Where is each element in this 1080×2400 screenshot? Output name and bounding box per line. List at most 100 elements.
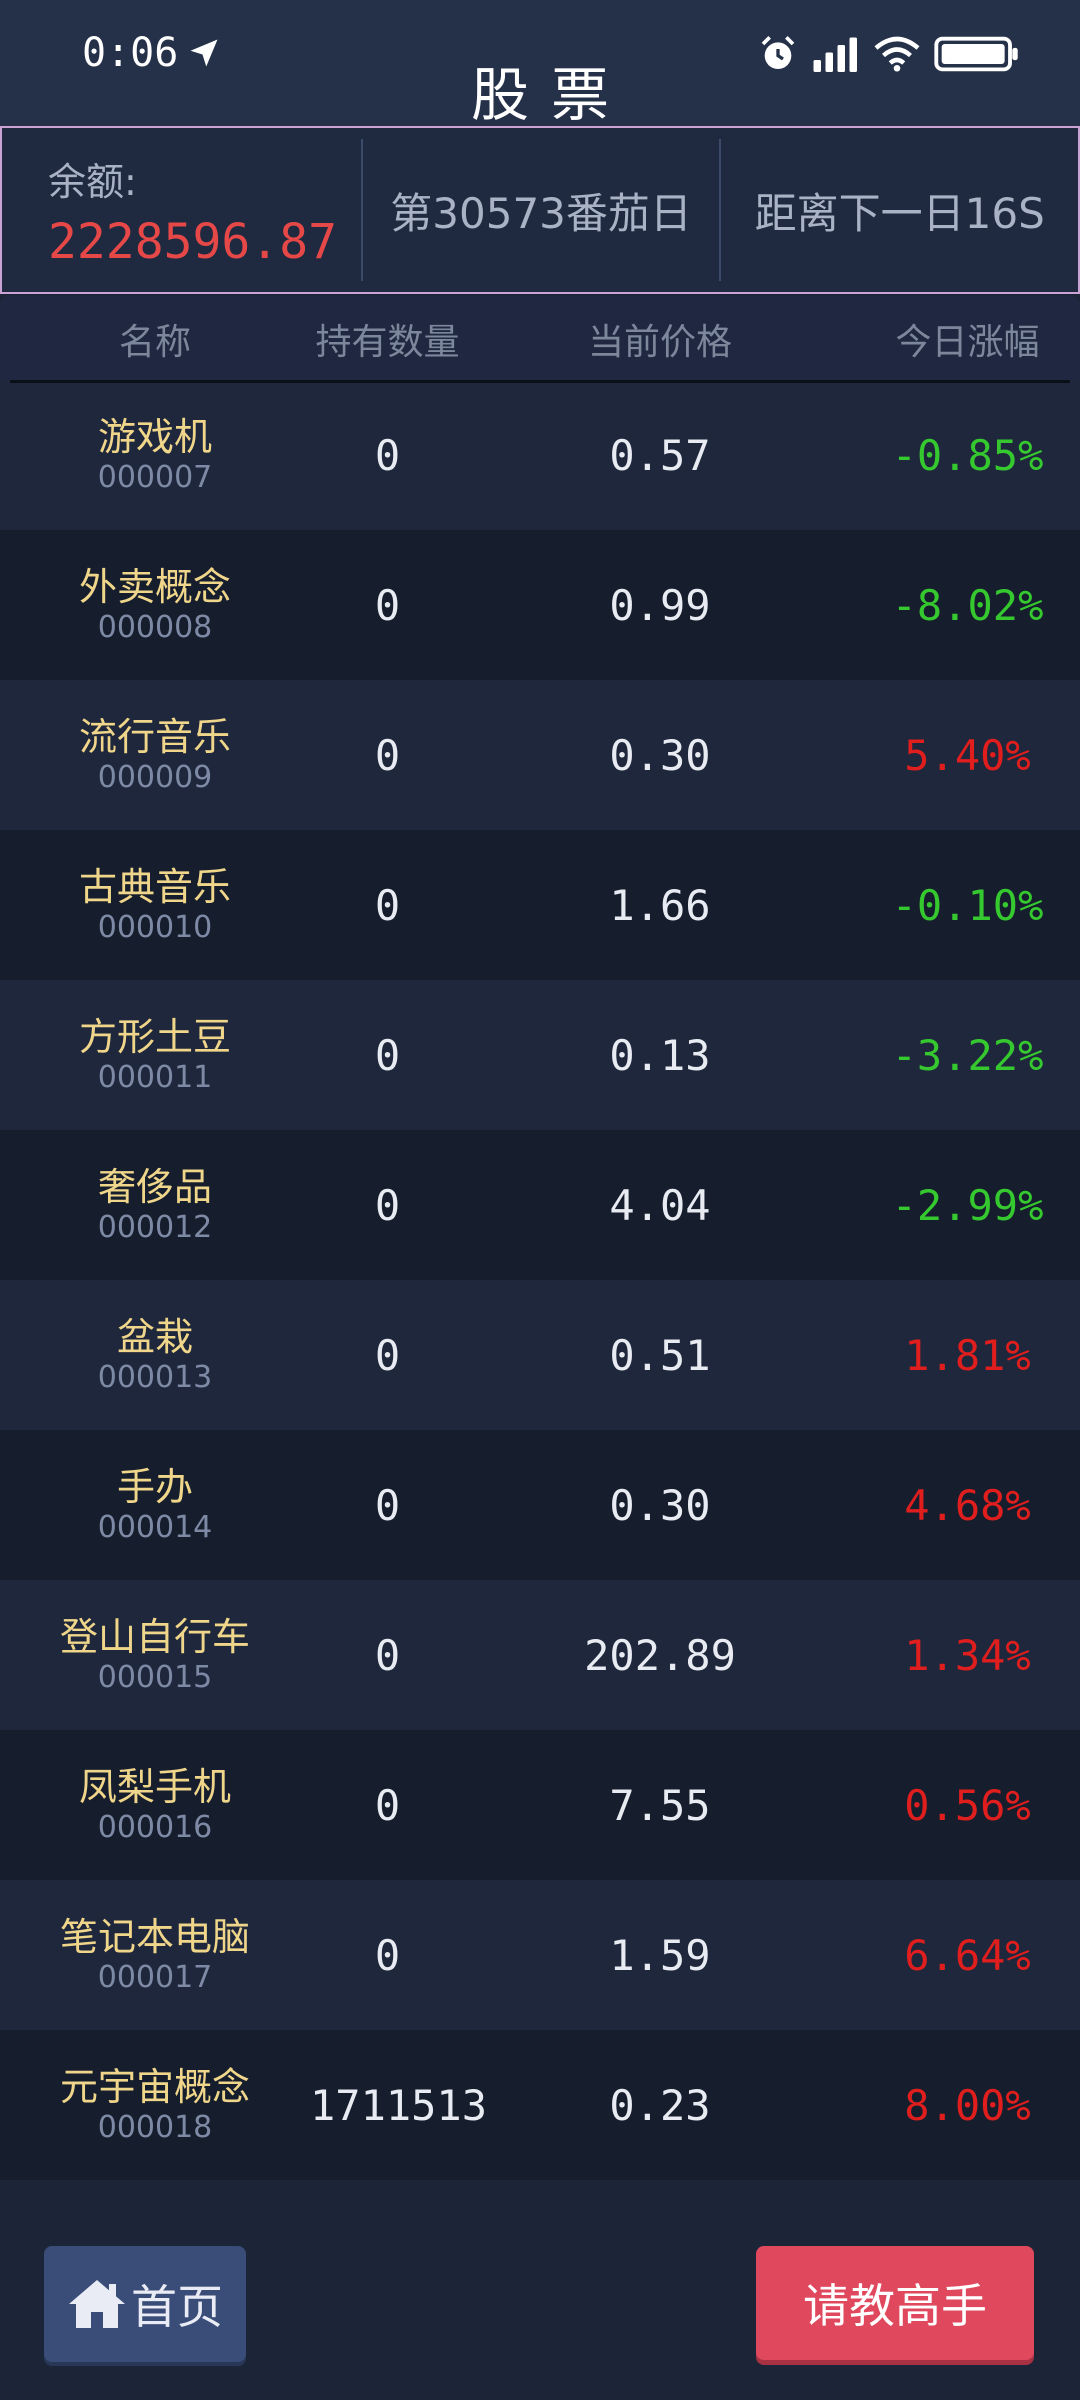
holding-value: 0 xyxy=(374,1030,401,1080)
holding-value: 0 xyxy=(374,430,401,480)
change-value: 4.68% xyxy=(904,1480,1031,1530)
stock-code: 000007 xyxy=(97,460,213,495)
holding-value: 0 xyxy=(374,1630,401,1680)
countdown-box: 距离下一日16S xyxy=(721,128,1078,292)
column-header-price: 当前价格 xyxy=(587,322,732,363)
change-value: -0.10% xyxy=(891,880,1044,930)
holding-value: 0 xyxy=(374,1330,401,1380)
change-value: -2.99% xyxy=(891,1180,1044,1230)
home-button-label: 首页 xyxy=(131,2280,223,2334)
stock-name: 流行音乐 xyxy=(78,715,231,759)
price-value: 0.30 xyxy=(609,730,711,780)
system-icons xyxy=(758,34,1020,74)
stock-name-cell: 登山自行车 000015 xyxy=(0,1614,310,1696)
stock-code: 000017 xyxy=(97,1960,213,1995)
table-header: 名称 持有数量 当前价格 今日涨幅 xyxy=(0,296,1080,382)
table-row[interactable]: 手办 000014 0 0.30 4.68% xyxy=(0,1430,1080,1580)
balance-label: 余额: xyxy=(48,159,137,204)
table-row[interactable]: 外卖概念 000008 0 0.99 -8.02% xyxy=(0,530,1080,680)
price-value: 202.89 xyxy=(584,1630,736,1680)
stock-code: 000008 xyxy=(97,610,213,645)
table-row[interactable]: 流行音乐 000009 0 0.30 5.40% xyxy=(0,680,1080,830)
stock-name: 凤梨手机 xyxy=(78,1765,231,1809)
price-value: 0.99 xyxy=(609,580,711,630)
stock-name-cell: 方形土豆 000011 xyxy=(0,1014,310,1096)
battery-icon xyxy=(934,36,1018,72)
balance-box: 余额: 2228596.87 xyxy=(2,128,361,292)
table-row[interactable]: 凤梨手机 000016 0 7.55 0.56% xyxy=(0,1730,1080,1880)
stock-code: 000013 xyxy=(97,1360,213,1395)
column-header-holding: 持有数量 xyxy=(315,322,460,363)
stock-name: 外卖概念 xyxy=(78,565,231,609)
stock-name-cell: 流行音乐 000009 xyxy=(0,714,310,796)
table-row[interactable]: 奢侈品 000012 0 4.04 -2.99% xyxy=(0,1130,1080,1280)
stock-name: 笔记本电脑 xyxy=(59,1915,250,1959)
stock-name-cell: 笔记本电脑 000017 xyxy=(0,1914,310,1996)
balance-value: 2228596.87 xyxy=(48,213,337,270)
table-row[interactable]: 笔记本电脑 000017 0 1.59 6.64% xyxy=(0,1880,1080,2030)
change-value: 0.56% xyxy=(904,1780,1031,1830)
stock-code: 000010 xyxy=(97,910,213,945)
stock-name-cell: 元宇宙概念 000018 xyxy=(0,2064,310,2146)
price-value: 1.66 xyxy=(609,880,711,930)
stock-name-cell: 凤梨手机 000016 xyxy=(0,1764,310,1846)
day-label: 第30573番茄日 xyxy=(390,188,692,238)
holding-value: 0 xyxy=(374,880,401,930)
column-header-name: 名称 xyxy=(118,322,191,363)
price-value: 0.51 xyxy=(609,1330,711,1380)
top-bar: 0:06 股票 xyxy=(0,0,1080,129)
stock-name: 方形土豆 xyxy=(78,1015,231,1059)
ask-expert-label: 请教高手 xyxy=(803,2279,987,2333)
wifi-icon xyxy=(874,36,920,72)
price-value: 0.23 xyxy=(609,2080,711,2130)
price-value: 1.59 xyxy=(609,1930,711,1980)
ask-expert-button[interactable]: 请教高手 xyxy=(756,2246,1034,2360)
table-row[interactable]: 元宇宙概念 000018 1711513 0.23 8.00% xyxy=(0,2030,1080,2180)
table-row[interactable]: 游戏机 000007 0 0.57 -0.85% xyxy=(0,380,1080,530)
stock-name-cell: 游戏机 000007 xyxy=(0,414,310,496)
day-box: 第30573番茄日 xyxy=(363,128,720,292)
stock-table[interactable]: 名称 持有数量 当前价格 今日涨幅 000006 游戏机 000007 0 0.… xyxy=(0,296,1080,2208)
change-value: 6.64% xyxy=(904,1930,1031,1980)
price-value: 0.30 xyxy=(609,1480,711,1530)
price-value: 4.04 xyxy=(609,1180,711,1230)
signal-icon xyxy=(813,37,857,72)
stock-name: 登山自行车 xyxy=(59,1615,250,1659)
holding-value: 0 xyxy=(374,1780,401,1830)
holding-value: 0 xyxy=(374,730,401,780)
change-value: -3.22% xyxy=(891,1030,1044,1080)
change-value: 8.00% xyxy=(904,2080,1031,2130)
header-divider xyxy=(10,380,1070,383)
countdown-label: 距离下一日16S xyxy=(754,188,1045,238)
stock-code: 000018 xyxy=(97,2110,213,2145)
home-button[interactable]: 首页 xyxy=(44,2246,246,2362)
holding-value: 0 xyxy=(374,1180,401,1230)
stock-name: 古典音乐 xyxy=(78,865,231,909)
stock-name: 元宇宙概念 xyxy=(59,2065,250,2109)
stock-name: 奢侈品 xyxy=(97,1165,212,1209)
stock-code: 000011 xyxy=(97,1060,213,1095)
table-row[interactable]: 方形土豆 000011 0 0.13 -3.22% xyxy=(0,980,1080,1130)
change-value: -8.02% xyxy=(891,580,1044,630)
stock-name-cell: 手办 000014 xyxy=(0,1464,310,1546)
alarm-icon xyxy=(761,36,795,69)
price-value: 0.13 xyxy=(609,1030,711,1080)
stocks-screen: 0:06 股票 余额: 2228596.87 第30573番茄日 距离下一日16… xyxy=(0,0,1080,2400)
info-panel: 余额: 2228596.87 第30573番茄日 距离下一日16S xyxy=(0,126,1080,294)
stock-name-cell: 古典音乐 000010 xyxy=(0,864,310,946)
holding-value: 0 xyxy=(374,1480,401,1530)
change-value: 5.40% xyxy=(904,730,1031,780)
stock-code: 000009 xyxy=(97,760,213,795)
change-value: -0.85% xyxy=(891,430,1044,480)
table-row[interactable]: 古典音乐 000010 0 1.66 -0.10% xyxy=(0,830,1080,980)
stock-name: 手办 xyxy=(116,1465,193,1509)
home-icon xyxy=(69,2280,125,2328)
stock-code: 000015 xyxy=(97,1660,213,1695)
holding-value: 1711513 xyxy=(310,2080,488,2130)
table-row[interactable]: 登山自行车 000015 0 202.89 1.34% xyxy=(0,1580,1080,1730)
bottom-bar: 首页 请教高手 xyxy=(0,2208,1080,2400)
table-row[interactable]: 盆栽 000013 0 0.51 1.81% xyxy=(0,1280,1080,1430)
stock-code: 000014 xyxy=(97,1510,213,1545)
stock-name: 游戏机 xyxy=(97,415,212,459)
change-value: 1.81% xyxy=(904,1330,1031,1380)
